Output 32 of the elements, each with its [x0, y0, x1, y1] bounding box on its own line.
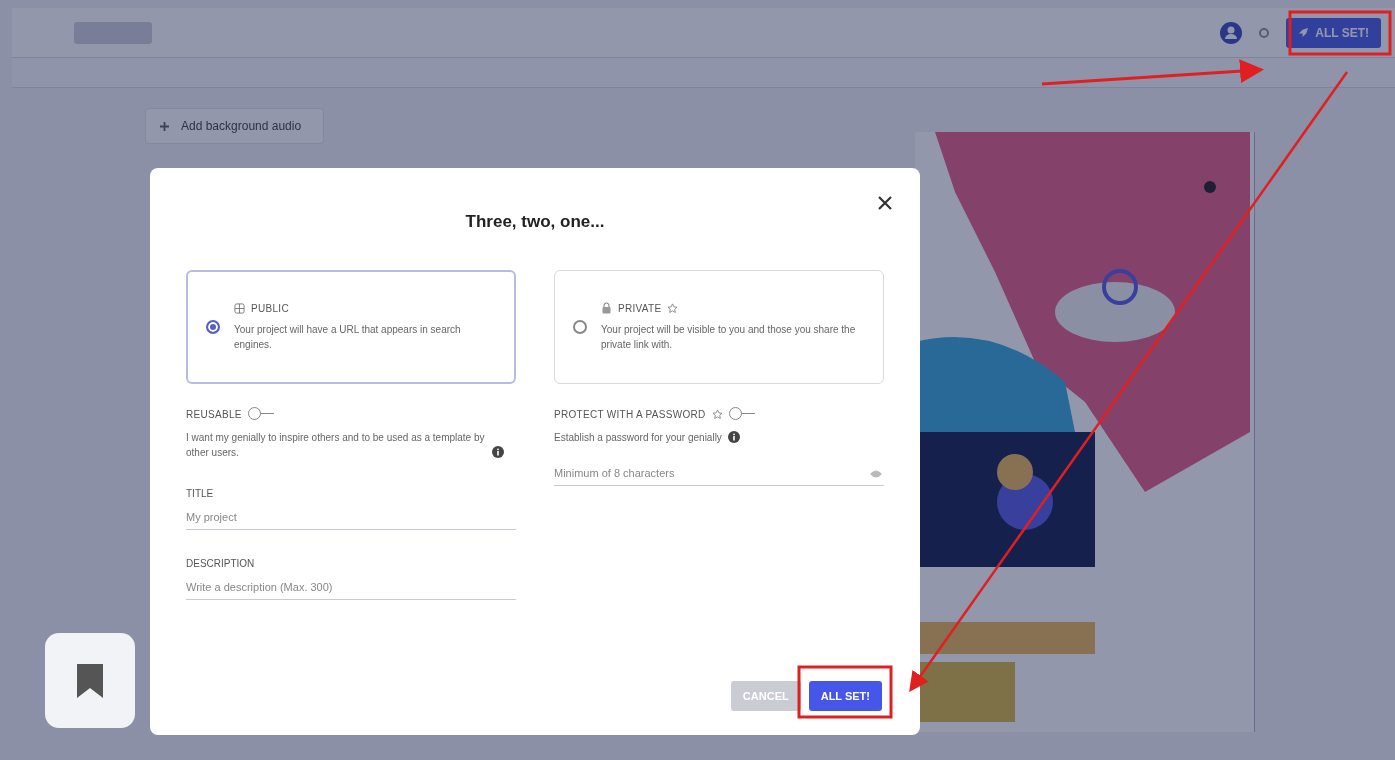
info-icon	[492, 446, 504, 458]
option-label: PUBLIC	[251, 302, 289, 314]
radio-button[interactable]	[573, 320, 587, 334]
info-icon	[727, 431, 740, 443]
add-audio-button[interactable]: Add background audio	[145, 108, 325, 144]
lock-icon	[601, 302, 612, 314]
reusable-description: I want my genially to inspire others and to be used as a template by other users.	[186, 431, 486, 460]
option-description: Your project will have a URL that appears in search engines.	[234, 322, 462, 352]
description-label: DESCRIPTION	[186, 558, 255, 569]
reusable-label: REUSABLE	[186, 408, 242, 420]
dialog-title: Three, two, one...	[465, 212, 605, 232]
option-label: PRIVATE	[618, 302, 662, 314]
eye-icon[interactable]	[870, 470, 882, 478]
bookmark-button[interactable]	[45, 633, 135, 728]
password-description: Establish a password for your genially	[554, 431, 722, 445]
visibility-option[interactable]: PUBLIC Your project will have a URL that appears in search engines.	[186, 270, 516, 384]
toggle-switch[interactable]	[247, 408, 274, 420]
bookmark-icon	[77, 663, 103, 698]
close-icon	[878, 196, 892, 210]
globe-icon	[234, 302, 245, 314]
visibility-option[interactable]: PRIVATE Your project will be visible to you and those you share the private link with.	[554, 270, 884, 384]
confirm-button[interactable]: ALL SET!	[808, 681, 882, 711]
toggle-switch[interactable]	[728, 408, 755, 420]
publish-button[interactable]: ALL SET!	[1286, 17, 1381, 48]
plus-icon	[160, 121, 169, 131]
password-label: PROTECT WITH A PASSWORD	[554, 408, 706, 420]
rocket-icon	[1298, 27, 1310, 38]
title-label: TITLE	[186, 488, 214, 499]
close-button[interactable]	[876, 194, 894, 212]
option-description: Your project will be visible to you and those you share the private link with.	[601, 323, 857, 352]
radio-button[interactable]	[206, 320, 220, 334]
user-avatar-icon[interactable]	[1220, 21, 1243, 44]
